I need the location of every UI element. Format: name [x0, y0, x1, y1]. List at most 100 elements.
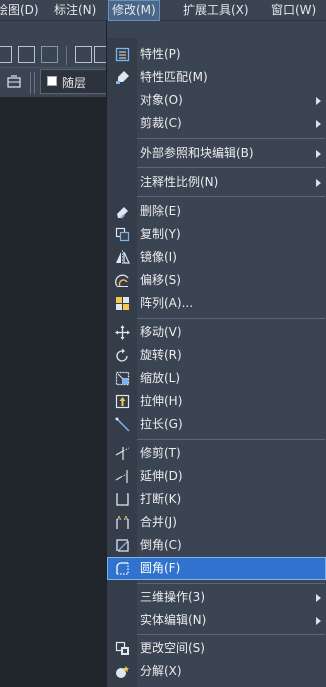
menu-item-label: 打断(K): [140, 492, 182, 506]
menu-item-scale[interactable]: 缩放(L): [107, 367, 326, 390]
erase-icon: [115, 204, 130, 219]
offset-icon: [115, 273, 130, 288]
lengthen-icon: [115, 417, 130, 432]
color-swatch: [47, 76, 57, 86]
menu-item-label: 删除(E): [140, 204, 181, 218]
array-icon: [115, 296, 130, 311]
menu-item-label: 旋转(R): [140, 348, 182, 362]
menu-item-label: 缩放(L): [140, 371, 181, 385]
rotate-icon: [115, 348, 130, 363]
modify-menu-dropdown: 特性(P) 特性匹配(M) 对象(O) 剪裁(C) 外部参照和块编辑(B) 注释…: [106, 38, 326, 687]
menu-item-label: 阵列(A)...: [140, 296, 194, 310]
toolbar-divider: [30, 72, 31, 94]
drawing-canvas[interactable]: [0, 97, 108, 687]
menu-item-label: 镜像(I): [140, 250, 177, 264]
menu-item-rotate[interactable]: 旋转(R): [107, 344, 326, 367]
menu-item-stretch[interactable]: 拉伸(H): [107, 390, 326, 413]
menu-express-tools[interactable]: 扩展工具(X): [179, 0, 253, 21]
menu-item-label: 移动(V): [140, 325, 182, 339]
menu-item-array[interactable]: 阵列(A)...: [107, 292, 326, 315]
menu-item-annotation-scale[interactable]: 注释性比例(N): [107, 171, 326, 194]
menu-item-trim[interactable]: 修剪(T): [107, 442, 326, 465]
fillet-icon: [115, 561, 130, 576]
layer-manager-icon[interactable]: [6, 74, 24, 90]
menu-item-label: 拉长(G): [140, 417, 183, 431]
menu-window[interactable]: 窗口(W): [267, 0, 320, 21]
zoom-realtime-icon[interactable]: [41, 46, 58, 63]
menu-item-clip[interactable]: 剪裁(C): [107, 112, 326, 135]
menu-item-label: 外部参照和块编辑(B): [140, 146, 254, 160]
properties-icon: [115, 47, 130, 62]
menu-item-label: 合并(J): [140, 515, 177, 529]
change-space-icon: [115, 641, 130, 656]
calculator-icon[interactable]: [75, 46, 92, 63]
menu-dimension[interactable]: 标注(N): [50, 0, 100, 21]
menu-item-label: 剪裁(C): [140, 116, 182, 130]
trim-icon: [115, 446, 130, 461]
match-properties-icon: [115, 70, 130, 85]
stretch-icon: [115, 394, 130, 409]
color-control-label: 随层: [62, 76, 87, 90]
menu-item-label: 对象(O): [140, 93, 183, 107]
menu-draw[interactable]: 绘图(D): [0, 0, 43, 21]
menu-item-copy[interactable]: 复制(Y): [107, 223, 326, 246]
menu-item-properties[interactable]: 特性(P): [107, 43, 326, 66]
menu-item-change-space[interactable]: 更改空间(S): [107, 637, 326, 660]
submenu-arrow-icon: [316, 179, 321, 187]
menu-item-xref-block-edit[interactable]: 外部参照和块编辑(B): [107, 142, 326, 165]
menu-item-mirror[interactable]: 镜像(I): [107, 246, 326, 269]
menu-item-label: 特性匹配(M): [140, 70, 208, 84]
zoom-previous-icon[interactable]: [18, 46, 35, 63]
menu-item-label: 圆角(F): [140, 561, 181, 575]
menu-bar: 绘图(D) 标注(N) 修改(M) 扩展工具(X) 窗口(W): [0, 0, 326, 21]
menu-separator: [137, 583, 325, 584]
submenu-arrow-icon: [316, 120, 321, 128]
move-icon: [115, 325, 130, 340]
toolbar-top: [0, 21, 111, 67]
menu-item-object[interactable]: 对象(O): [107, 89, 326, 112]
menu-item-3d-operations[interactable]: 三维操作(3): [107, 586, 326, 609]
menu-item-chamfer[interactable]: 倒角(C): [107, 534, 326, 557]
submenu-arrow-icon: [316, 617, 321, 625]
menu-separator: [137, 196, 325, 197]
menu-item-move[interactable]: 移动(V): [107, 321, 326, 344]
extend-icon: [115, 469, 130, 484]
menu-item-fillet[interactable]: 圆角(F): [107, 557, 326, 580]
menu-item-label: 延伸(D): [140, 469, 183, 483]
menu-item-extend[interactable]: 延伸(D): [107, 465, 326, 488]
menu-item-label: 实体编辑(N): [140, 613, 207, 627]
menu-item-label: 拉伸(H): [140, 394, 183, 408]
toolbar-divider: [66, 46, 67, 65]
menu-separator: [137, 318, 325, 319]
menu-item-join[interactable]: 合并(J): [107, 511, 326, 534]
submenu-arrow-icon: [316, 97, 321, 105]
scale-icon: [115, 371, 130, 386]
menu-item-label: 倒角(C): [140, 538, 182, 552]
menu-item-label: 偏移(S): [140, 273, 181, 287]
menu-item-solid-editing[interactable]: 实体编辑(N): [107, 609, 326, 632]
break-icon: [115, 492, 130, 507]
copy-icon: [115, 227, 130, 242]
menu-item-label: 特性(P): [140, 47, 181, 61]
menu-top-edge: [106, 21, 326, 38]
menu-item-lengthen[interactable]: 拉长(G): [107, 413, 326, 436]
menu-item-label: 修剪(T): [140, 446, 181, 460]
zoom-window-icon[interactable]: [0, 46, 12, 63]
menu-modify[interactable]: 修改(M): [108, 0, 160, 21]
menu-item-erase[interactable]: 删除(E): [107, 200, 326, 223]
chamfer-icon: [115, 538, 130, 553]
join-icon: [115, 515, 130, 530]
menu-item-label: 复制(Y): [140, 227, 181, 241]
menu-separator: [137, 167, 325, 168]
menu-separator: [137, 634, 325, 635]
toolbar-divider: [34, 72, 35, 94]
menu-item-explode[interactable]: 分解(X): [107, 660, 326, 683]
menu-item-label: 更改空间(S): [140, 641, 205, 655]
menu-item-match-properties[interactable]: 特性匹配(M): [107, 66, 326, 89]
menu-item-break[interactable]: 打断(K): [107, 488, 326, 511]
menu-separator: [137, 439, 325, 440]
menu-separator: [137, 138, 325, 139]
menu-item-label: 三维操作(3): [140, 590, 205, 604]
color-control-dropdown[interactable]: 随层: [40, 69, 108, 94]
menu-item-offset[interactable]: 偏移(S): [107, 269, 326, 292]
